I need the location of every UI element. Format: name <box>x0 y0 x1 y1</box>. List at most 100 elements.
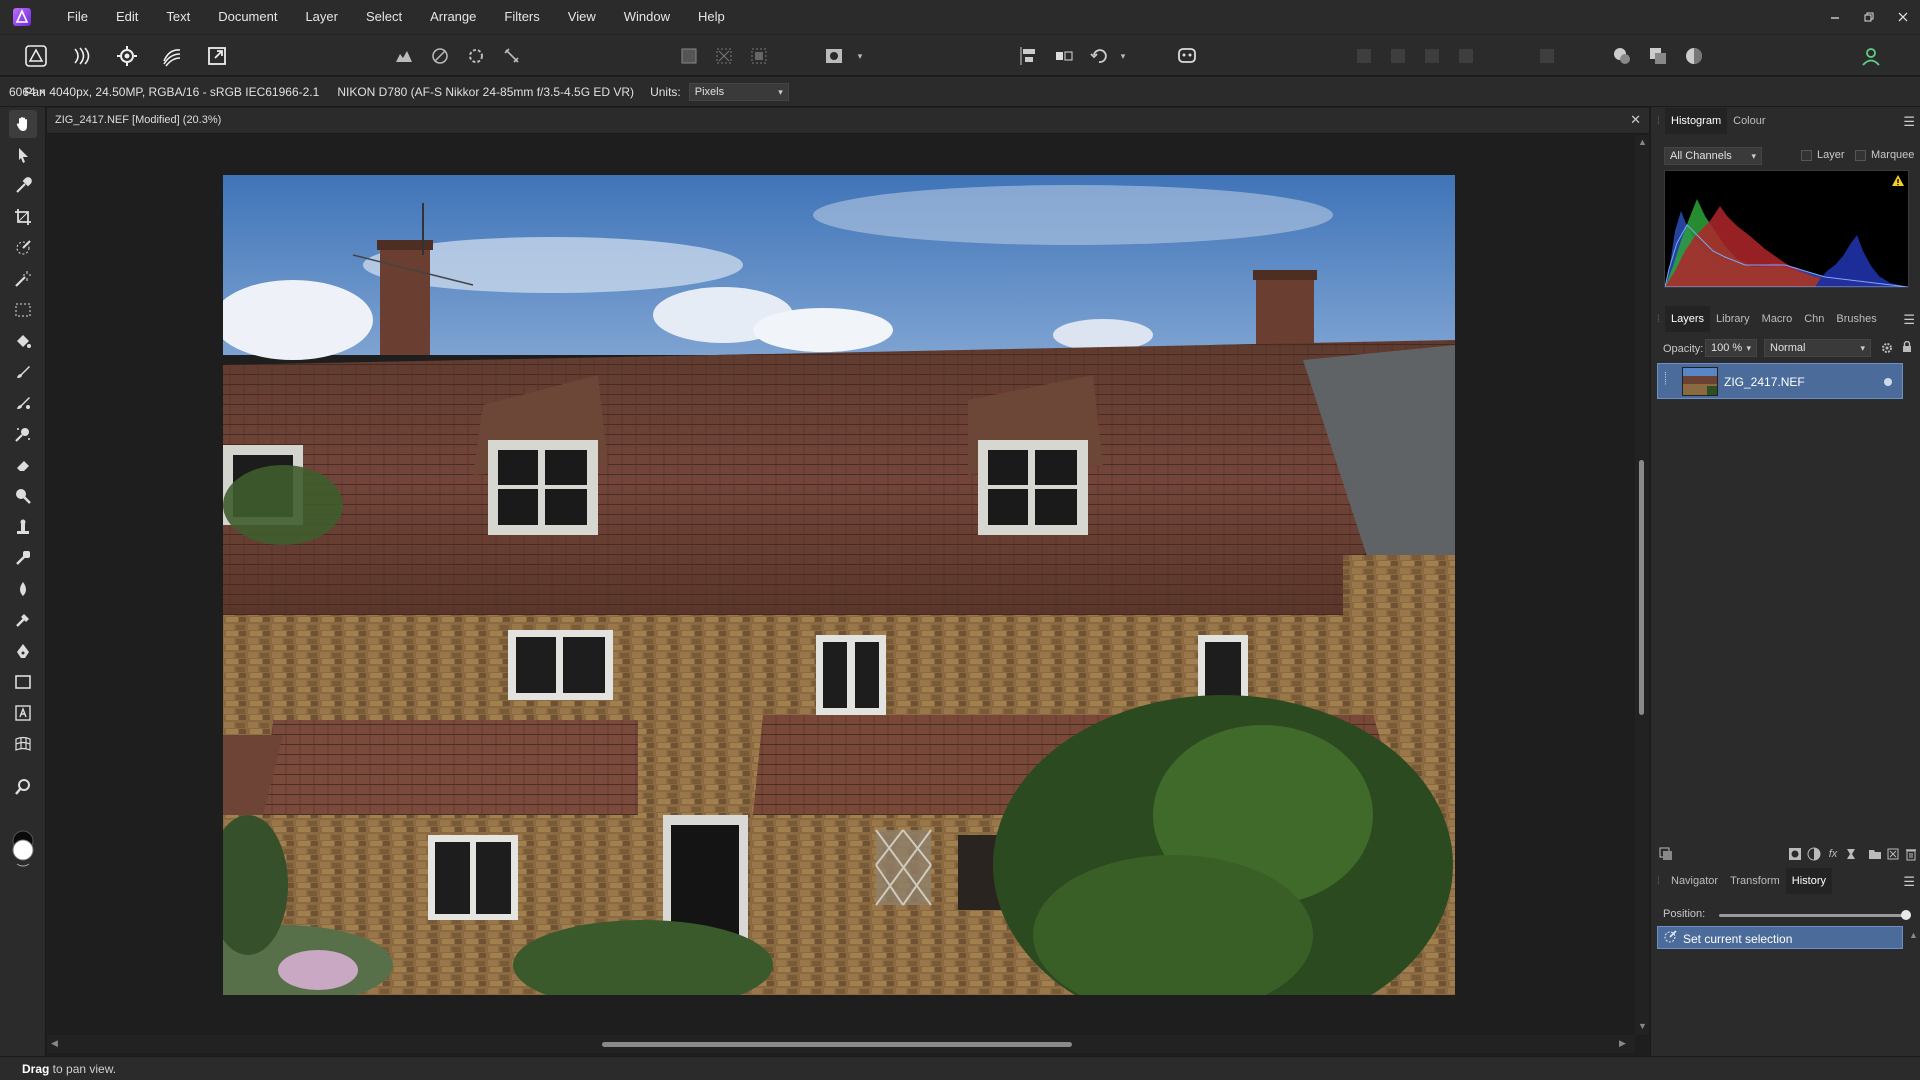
history-position-slider-knob[interactable] <box>1901 910 1911 920</box>
menu-window[interactable]: Window <box>610 0 684 34</box>
export-persona-icon[interactable] <box>203 42 231 70</box>
layer-checkbox[interactable] <box>1801 150 1812 161</box>
drag-handle-icon[interactable]: ⁝ ⁝ <box>1664 371 1670 392</box>
rectangle-tool-icon[interactable] <box>9 668 37 696</box>
auto-levels-icon[interactable] <box>390 42 418 70</box>
adjustment-icon[interactable] <box>1805 845 1823 863</box>
arrange-back-icon[interactable] <box>1350 42 1378 70</box>
units-dropdown[interactable]: Pixels ▾ <box>688 82 789 101</box>
menu-edit[interactable]: Edit <box>102 0 152 34</box>
visibility-toggle-icon[interactable] <box>1884 378 1892 386</box>
deselect-icon[interactable] <box>710 42 738 70</box>
tab-macro[interactable]: Macro <box>1756 306 1799 332</box>
develop-persona-icon[interactable] <box>113 42 141 70</box>
menu-document[interactable]: Document <box>204 0 291 34</box>
rotate-icon[interactable] <box>1085 42 1113 70</box>
invert-selection-icon[interactable] <box>745 42 773 70</box>
rotate-dropdown-icon[interactable]: ▾ <box>1118 51 1128 61</box>
panel-menu-icon[interactable]: ☰ <box>1903 114 1915 130</box>
colour-picker-icon[interactable] <box>1680 42 1708 70</box>
tab-history[interactable]: History <box>1785 868 1833 894</box>
tab-colour[interactable]: Colour <box>1727 108 1771 134</box>
auto-contrast-icon[interactable] <box>426 42 454 70</box>
arrange-backward-icon[interactable] <box>1384 42 1412 70</box>
menu-file[interactable]: File <box>53 0 102 34</box>
auto-white-balance-icon[interactable] <box>498 42 526 70</box>
clone-tool-icon[interactable] <box>9 513 37 541</box>
smudge-tool-icon[interactable] <box>9 606 37 634</box>
fx-icon[interactable]: fx <box>1824 845 1842 863</box>
channel-dropdown[interactable]: All Channels ▾ <box>1664 147 1762 165</box>
menu-view[interactable]: View <box>554 0 610 34</box>
arrange-front-icon[interactable] <box>1452 42 1480 70</box>
scroll-up-icon[interactable]: ▲ <box>1638 137 1647 147</box>
menu-arrange[interactable]: Arrange <box>416 0 490 34</box>
scroll-left-icon[interactable]: ◀ <box>51 1038 58 1049</box>
erase-brush-tool-icon[interactable] <box>9 451 37 479</box>
blend-mode-dropdown[interactable]: Normal ▾ <box>1764 339 1871 357</box>
colour-replacement-tool-icon[interactable] <box>9 389 37 417</box>
minimize-icon[interactable] <box>1818 0 1852 34</box>
vertical-scrollbar[interactable]: ▲ ▼ <box>1635 135 1649 1035</box>
flood-select-tool-icon[interactable] <box>9 265 37 293</box>
layer-options-icon[interactable] <box>1657 845 1675 863</box>
tab-channels[interactable]: Chn <box>1798 306 1830 332</box>
affinity-photo-logo-icon[interactable] <box>11 7 33 27</box>
menu-layer[interactable]: Layer <box>291 0 352 34</box>
selection-brush-tool-icon[interactable] <box>9 234 37 262</box>
history-entry[interactable]: Set current selection <box>1657 926 1903 949</box>
zoom-tool-icon[interactable] <box>9 773 37 801</box>
close-window-icon[interactable] <box>1886 0 1920 34</box>
flip-icon[interactable] <box>1050 42 1078 70</box>
burn-tool-icon[interactable] <box>9 482 37 510</box>
panel-menu-icon[interactable]: ☰ <box>1903 874 1915 890</box>
quick-mask-dropdown-icon[interactable]: ▾ <box>855 51 865 61</box>
view-tool-hand-icon[interactable] <box>9 110 37 138</box>
panel-menu-icon[interactable]: ☰ <box>1903 312 1915 328</box>
scroll-right-icon[interactable]: ▶ <box>1619 1038 1626 1049</box>
photo-persona-icon[interactable] <box>22 42 50 70</box>
move-tool-icon[interactable] <box>9 141 37 169</box>
snapping-icon[interactable] <box>1608 42 1636 70</box>
scroll-up-icon[interactable]: ▲ <box>1909 930 1918 940</box>
horizontal-scroll-thumb[interactable] <box>602 1042 1072 1047</box>
distribute-icon[interactable] <box>1533 42 1561 70</box>
boolean-icon[interactable] <box>1644 42 1672 70</box>
flood-fill-tool-icon[interactable] <box>9 327 37 355</box>
panel-grip-icon[interactable]: ⁞ <box>1657 314 1665 325</box>
restore-icon[interactable] <box>1852 0 1886 34</box>
document-tab[interactable]: ZIG_2417.NEF [Modified] (20.3%) ✕ <box>47 108 1649 134</box>
close-document-icon[interactable]: ✕ <box>1630 112 1641 128</box>
menu-text[interactable]: Text <box>152 0 204 34</box>
tab-transform[interactable]: Transform <box>1724 868 1786 894</box>
colour-picker-tool-icon[interactable] <box>9 172 37 200</box>
menu-help[interactable]: Help <box>684 0 739 34</box>
tab-navigator[interactable]: Navigator <box>1665 868 1724 894</box>
add-pixel-layer-icon[interactable] <box>1884 845 1902 863</box>
delete-layer-trash-icon[interactable] <box>1902 845 1920 863</box>
crop-tool-icon[interactable] <box>9 203 37 231</box>
selection-mode-icon[interactable] <box>675 42 703 70</box>
paint-brush-tool-icon[interactable] <box>9 358 37 386</box>
mesh-warp-tool-icon[interactable] <box>9 730 37 758</box>
history-position-slider[interactable] <box>1719 914 1911 917</box>
layer-item[interactable]: ⁝ ⁝ ZIG_2417.NEF <box>1657 363 1903 399</box>
live-filter-icon[interactable] <box>1842 845 1860 863</box>
colour-swatches-icon[interactable] <box>9 829 37 869</box>
panel-grip-icon[interactable]: ⁞ <box>1657 116 1665 127</box>
scroll-down-icon[interactable]: ▼ <box>1638 1021 1647 1031</box>
quick-mask-icon[interactable] <box>820 42 848 70</box>
lock-icon[interactable] <box>1902 340 1912 356</box>
tab-histogram[interactable]: Histogram <box>1665 108 1728 134</box>
vertical-scroll-thumb[interactable] <box>1639 460 1644 715</box>
opacity-field[interactable]: 100 % ▾ <box>1705 339 1757 357</box>
add-mask-icon[interactable] <box>1786 845 1804 863</box>
account-icon[interactable] <box>1857 42 1885 70</box>
add-group-folder-icon[interactable] <box>1866 845 1884 863</box>
layer-settings-gear-icon[interactable] <box>1881 342 1893 357</box>
tone-mapping-persona-icon[interactable] <box>158 42 186 70</box>
auto-colours-icon[interactable] <box>462 42 490 70</box>
tab-brushes[interactable]: Brushes <box>1830 306 1882 332</box>
pen-tool-icon[interactable] <box>9 637 37 665</box>
dodge-tool-icon[interactable] <box>9 420 37 448</box>
